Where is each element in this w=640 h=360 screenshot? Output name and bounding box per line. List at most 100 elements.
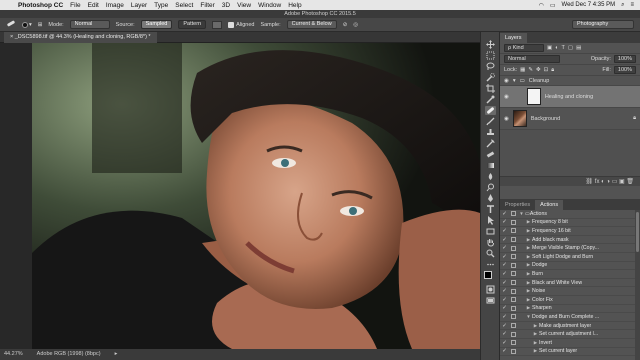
- hand-tool-icon[interactable]: [485, 238, 496, 247]
- action-enabled-check-icon[interactable]: ✓: [500, 228, 509, 234]
- crop-tool-icon[interactable]: [485, 84, 496, 93]
- action-dialog-toggle[interactable]: [509, 305, 518, 311]
- layer-background[interactable]: ◉ Background 🔒︎: [500, 108, 640, 130]
- pressure-size-icon[interactable]: ◎: [353, 22, 358, 28]
- lock-transparent-icon[interactable]: ▦: [520, 67, 525, 73]
- action-dialog-toggle[interactable]: [509, 245, 518, 251]
- group-disclosure-icon[interactable]: ▾: [513, 78, 516, 84]
- clone-stamp-tool-icon[interactable]: [485, 128, 496, 137]
- eraser-tool-icon[interactable]: [485, 150, 496, 159]
- aligned-checkbox-box[interactable]: [228, 21, 235, 28]
- filter-type-icon[interactable]: T: [562, 45, 565, 51]
- portrait-photo[interactable]: [32, 43, 480, 349]
- aligned-checkbox[interactable]: Aligned: [228, 21, 254, 28]
- action-enabled-check-icon[interactable]: ✓: [500, 323, 509, 329]
- tab-properties[interactable]: Properties: [500, 200, 535, 210]
- menu-filter[interactable]: Filter: [200, 2, 214, 9]
- foreground-color-swatch[interactable]: [484, 271, 492, 279]
- action-item[interactable]: ✓ ▶ Frequency 8 bit: [500, 219, 640, 228]
- type-tool-icon[interactable]: [485, 205, 496, 214]
- action-dialog-toggle[interactable]: [509, 228, 518, 234]
- workspace-switcher[interactable]: Photography: [572, 20, 634, 29]
- action-item[interactable]: ✓ ▶ Invert: [500, 339, 640, 348]
- action-item[interactable]: ✓ ▶ Add black mask: [500, 236, 640, 245]
- menubar-clock[interactable]: Wed Dec 7 4:35 PM: [562, 2, 616, 8]
- action-dialog-toggle[interactable]: [509, 288, 518, 294]
- sample-select[interactable]: Current & Below: [286, 20, 337, 29]
- wifi-icon[interactable]: ◠: [539, 2, 544, 9]
- action-enabled-check-icon[interactable]: ✓: [500, 237, 509, 243]
- color-swatches[interactable]: [484, 271, 496, 283]
- action-disclosure-icon[interactable]: ▼: [525, 314, 532, 319]
- action-dialog-toggle[interactable]: [509, 237, 518, 243]
- layer-healing-and-cloning[interactable]: ◉ Healing and cloning: [500, 86, 640, 108]
- visibility-eye-icon[interactable]: ◉: [504, 78, 509, 84]
- menu-3d[interactable]: 3D: [222, 2, 230, 9]
- action-enabled-check-icon[interactable]: ✓: [500, 288, 509, 294]
- action-dialog-toggle[interactable]: [509, 262, 518, 268]
- menu-window[interactable]: Window: [258, 2, 281, 9]
- filter-pixel-icon[interactable]: ▣: [547, 45, 552, 51]
- action-item[interactable]: ✓ ▼ ▭ Actions: [500, 210, 640, 219]
- layer-kind-filter[interactable]: ρ Kind: [504, 44, 544, 52]
- filter-shape-icon[interactable]: ▢: [568, 45, 573, 51]
- lock-artboard-icon[interactable]: ⊡: [544, 67, 549, 73]
- eyedropper-tool-icon[interactable]: [485, 95, 496, 104]
- action-dialog-toggle[interactable]: [509, 331, 518, 337]
- opacity-input[interactable]: 100%: [613, 55, 636, 63]
- action-disclosure-icon[interactable]: ▶: [525, 305, 532, 311]
- menu-file[interactable]: File: [70, 2, 80, 9]
- brush-settings-icon[interactable]: ⊞: [38, 22, 43, 28]
- more-tools-icon[interactable]: [485, 260, 496, 269]
- ignore-adjustment-layers-icon[interactable]: ⊘: [343, 22, 348, 28]
- screen-mode-icon[interactable]: [485, 296, 496, 305]
- notification-center-icon[interactable]: ≡: [630, 2, 634, 8]
- lock-image-icon[interactable]: ✎: [528, 67, 533, 73]
- action-dialog-toggle[interactable]: [509, 211, 518, 217]
- menu-layer[interactable]: Layer: [131, 2, 147, 9]
- zoom-tool-icon[interactable]: [485, 249, 496, 258]
- app-menu[interactable]: Photoshop CC: [18, 2, 63, 9]
- action-disclosure-icon[interactable]: ▶: [532, 340, 539, 346]
- filter-smart-object-icon[interactable]: ▤: [576, 45, 581, 51]
- action-item[interactable]: ✓ ▶ Dodge: [500, 262, 640, 271]
- action-item[interactable]: ✓ ▼ Dodge and Burn Complete ...: [500, 313, 640, 322]
- action-enabled-check-icon[interactable]: ✓: [500, 331, 509, 337]
- status-menu-arrow-icon[interactable]: ▸: [115, 349, 118, 360]
- action-enabled-check-icon[interactable]: ✓: [500, 340, 509, 346]
- action-item[interactable]: ✓ ▶ Sharpen: [500, 305, 640, 314]
- action-dialog-toggle[interactable]: [509, 271, 518, 277]
- mode-select[interactable]: Normal: [69, 20, 110, 29]
- tab-layers[interactable]: Layers: [500, 33, 527, 43]
- action-item[interactable]: ✓ ▶ Black and White View: [500, 279, 640, 288]
- action-enabled-check-icon[interactable]: ✓: [500, 305, 509, 311]
- action-item[interactable]: ✓ ▶ Burn: [500, 270, 640, 279]
- action-disclosure-icon[interactable]: ▶: [525, 297, 532, 303]
- action-disclosure-icon[interactable]: ▶: [532, 323, 539, 329]
- action-disclosure-icon[interactable]: ▶: [525, 228, 532, 234]
- source-sampled-button[interactable]: Sampled: [140, 20, 173, 29]
- move-tool-icon[interactable]: [485, 40, 496, 49]
- brush-size-picker[interactable]: ▾: [22, 21, 32, 28]
- menu-type[interactable]: Type: [154, 2, 168, 9]
- action-disclosure-icon[interactable]: ▶: [525, 254, 532, 260]
- menu-view[interactable]: View: [237, 2, 251, 9]
- healing-brush-tool-icon[interactable]: [484, 106, 496, 115]
- menu-select[interactable]: Select: [175, 2, 193, 9]
- action-item[interactable]: ✓ ▶ Frequency 16 bit: [500, 227, 640, 236]
- color-profile-info[interactable]: Adobe RGB (1998) (8bpc): [37, 349, 101, 360]
- action-disclosure-icon[interactable]: ▶: [532, 331, 539, 337]
- action-disclosure-icon[interactable]: ▶: [532, 348, 539, 354]
- action-enabled-check-icon[interactable]: ✓: [500, 219, 509, 225]
- menu-help[interactable]: Help: [288, 2, 301, 9]
- blur-tool-icon[interactable]: [485, 172, 496, 181]
- history-brush-tool-icon[interactable]: [485, 139, 496, 148]
- action-enabled-check-icon[interactable]: ✓: [500, 254, 509, 260]
- lasso-tool-icon[interactable]: [485, 62, 496, 71]
- battery-icon[interactable]: ▭: [550, 2, 556, 9]
- action-dialog-toggle[interactable]: [509, 314, 518, 320]
- action-enabled-check-icon[interactable]: ✓: [500, 211, 509, 217]
- gradient-tool-icon[interactable]: [485, 161, 496, 170]
- layers-footer-icons[interactable]: ⛓ fx ◐ ◑ ▭ ▣ 🗑: [500, 176, 640, 186]
- dodge-tool-icon[interactable]: [485, 183, 496, 192]
